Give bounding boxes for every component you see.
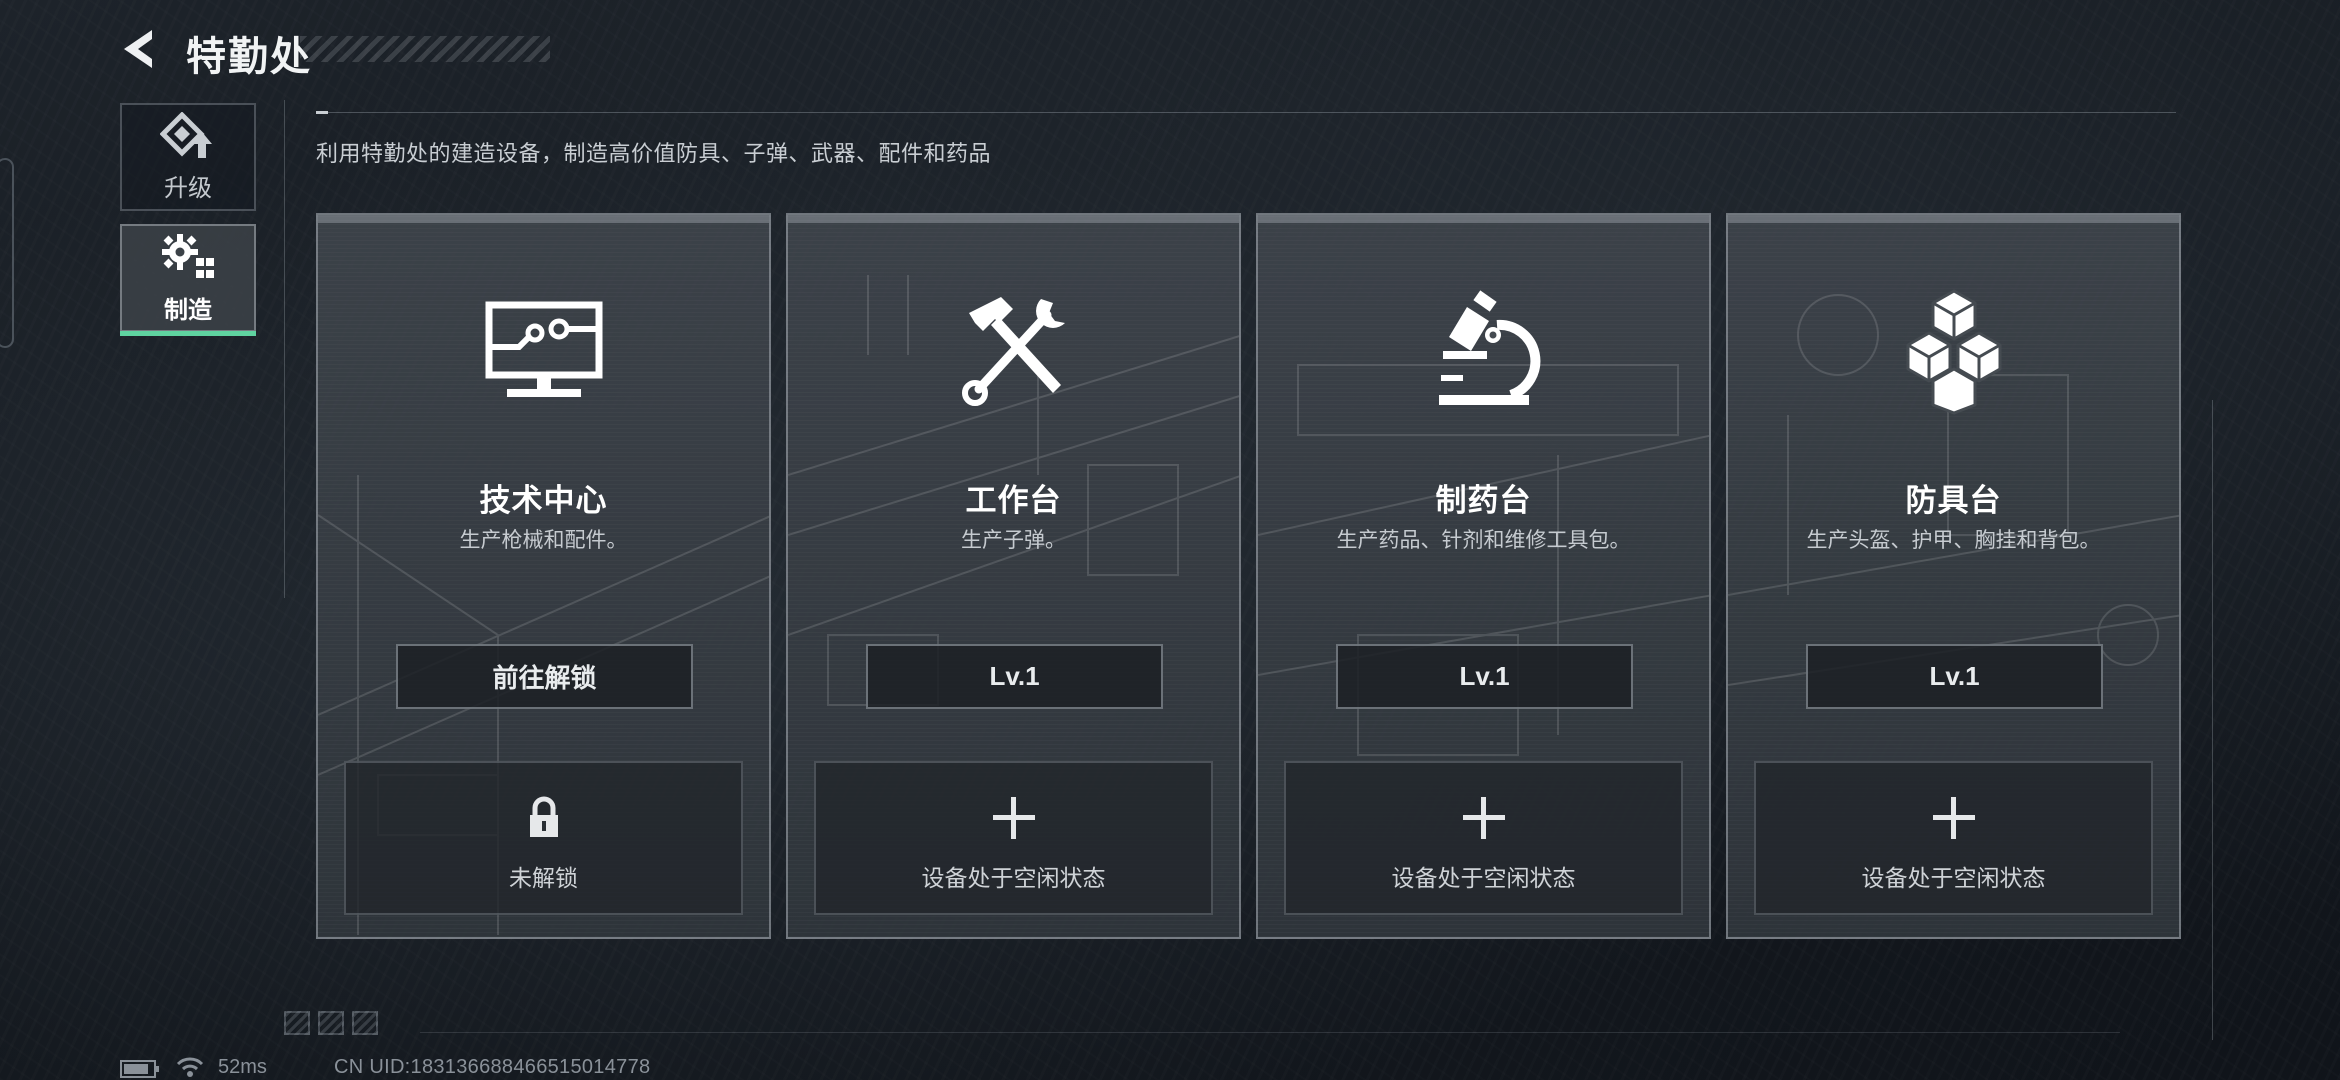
- facility-name: 防具台: [1905, 483, 2002, 518]
- microscope-icon: [1438, 290, 1540, 405]
- production-slot-locked[interactable]: 未解锁: [344, 761, 743, 915]
- user-uid: CN UID:18313668846651501477​8: [334, 1056, 651, 1078]
- page-title: 特勤处: [186, 35, 312, 79]
- ping-readout: 52ms: [218, 1056, 267, 1078]
- monitor-circuit-icon: [485, 301, 602, 397]
- plus-icon: [1462, 797, 1505, 839]
- facility-card-armor-bench[interactable]: 防具台 生产头盔、护甲、胸挂和背包。 Lv.1 设备处于空闲状态: [1726, 213, 2181, 939]
- wifi-icon: [176, 1057, 204, 1077]
- bottom-divider: [420, 1032, 2120, 1033]
- page-subtitle: 利用特勤处的建造设备，制造高价值防具、子弹、武器、配件和药品: [316, 141, 992, 166]
- upgrade-icon: [160, 111, 212, 158]
- title-decoration: [300, 36, 550, 62]
- header-divider: [316, 112, 2176, 113]
- bottom-decoration: [284, 1011, 378, 1035]
- facility-name: 技术中心: [479, 483, 608, 518]
- divider-vertical-left: [284, 100, 285, 598]
- production-slot-idle[interactable]: 设备处于空闲状态: [1284, 761, 1683, 915]
- slot-status-text: 设备处于空闲状态: [1391, 865, 1576, 891]
- slot-status-text: 未解锁: [509, 865, 578, 891]
- sidebar-item-label: 升级: [164, 174, 212, 202]
- facility-description: 生产药品、针剂和维修工具包。: [1336, 529, 1631, 552]
- sidebar-item-upgrade[interactable]: 升级: [120, 103, 256, 211]
- slot-status-text: 设备处于空闲状态: [921, 865, 1106, 891]
- left-edge-handle: [0, 158, 14, 348]
- plus-icon: [992, 797, 1035, 839]
- facility-name: 工作台: [965, 483, 1062, 518]
- facility-card-tech-center[interactable]: 技术中心 生产枪械和配件。 前往解锁 未解锁: [316, 213, 771, 939]
- status-bar: 52ms CN UID:18313668846651501477​8: [0, 1054, 2340, 1080]
- back-chevron-icon: [124, 30, 152, 68]
- battery-icon: [120, 1060, 159, 1078]
- facility-description: 生产子弹。: [961, 529, 1066, 552]
- stacked-cubes-icon: [1906, 289, 2001, 415]
- deco-square: [352, 1011, 378, 1035]
- level-button[interactable]: Lv.1: [1806, 644, 2103, 709]
- facility-name: 制药台: [1435, 483, 1532, 518]
- hammer-wrench-icon: [961, 297, 1065, 406]
- facility-description: 生产头盔、护甲、胸挂和背包。: [1806, 529, 2101, 552]
- divider-marker: [316, 111, 328, 114]
- slot-status-text: 设备处于空闲状态: [1861, 865, 2046, 891]
- production-slot-idle[interactable]: 设备处于空闲状态: [1754, 761, 2153, 915]
- production-slot-idle[interactable]: 设备处于空闲状态: [814, 761, 1213, 915]
- deco-square: [318, 1011, 344, 1035]
- facility-card-workbench[interactable]: 工作台 生产子弹。 Lv.1 设备处于空闲状态: [786, 213, 1241, 939]
- level-button[interactable]: Lv.1: [1336, 644, 1633, 709]
- unlock-button[interactable]: 前往解锁: [396, 644, 693, 709]
- facility-description: 生产枪械和配件。: [459, 529, 628, 552]
- sidebar-item-label: 制造: [164, 296, 212, 324]
- divider-vertical-right: [2212, 400, 2213, 1040]
- sidebar-item-craft[interactable]: 制造: [120, 224, 256, 336]
- deco-square: [284, 1011, 310, 1035]
- back-button[interactable]: [118, 26, 164, 72]
- facility-card-pharmacy[interactable]: 制药台 生产药品、针剂和维修工具包。 Lv.1 设备处于空闲状态: [1256, 213, 1711, 939]
- plus-icon: [1932, 797, 1975, 839]
- level-button[interactable]: Lv.1: [866, 644, 1163, 709]
- padlock-icon: [529, 796, 558, 837]
- gears-crafting-icon: [162, 233, 214, 278]
